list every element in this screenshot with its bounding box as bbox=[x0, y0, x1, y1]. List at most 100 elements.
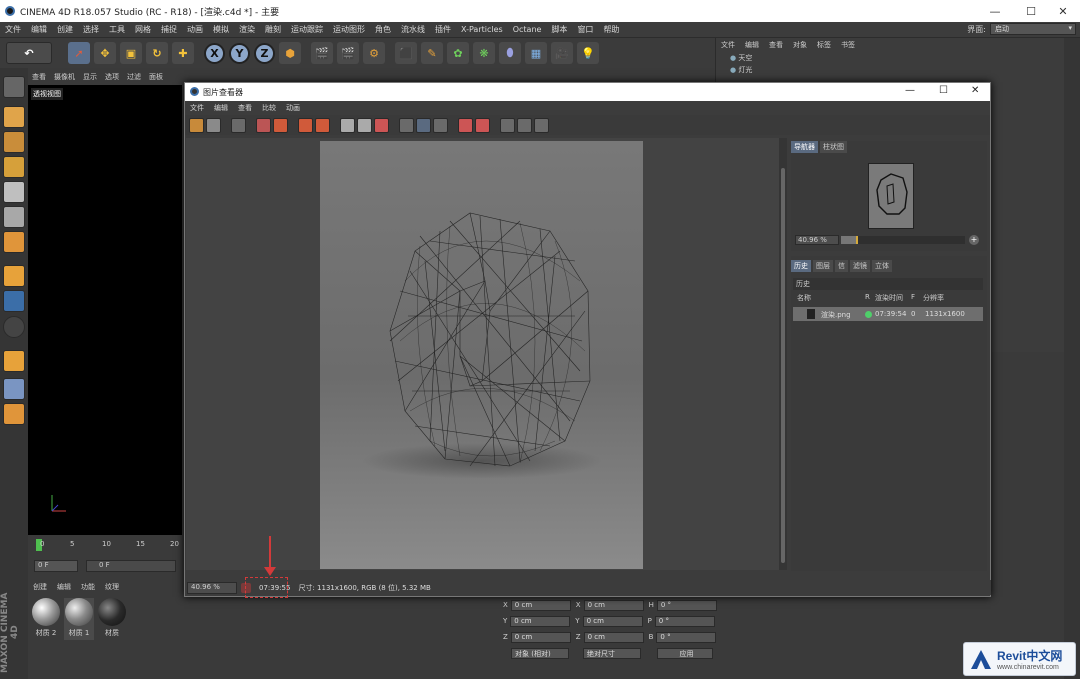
z-axis-lock-icon[interactable]: Z bbox=[254, 42, 275, 64]
add-tool-icon[interactable]: ✚ bbox=[172, 42, 194, 64]
menu-mesh[interactable]: 网格 bbox=[130, 24, 156, 35]
light-icon[interactable]: 💡 bbox=[577, 42, 599, 64]
tab-layers[interactable]: 图层 bbox=[813, 260, 833, 272]
menu-select[interactable]: 选择 bbox=[78, 24, 104, 35]
menu-character[interactable]: 角色 bbox=[370, 24, 396, 35]
navigator-thumbnail[interactable] bbox=[868, 163, 914, 229]
ab-diff-icon[interactable] bbox=[416, 117, 431, 133]
workplane-icon[interactable] bbox=[3, 403, 25, 425]
compare-b-icon[interactable] bbox=[357, 117, 372, 133]
copy-icon[interactable] bbox=[231, 117, 246, 133]
maximize-button[interactable]: ☐ bbox=[1014, 0, 1048, 22]
timeline[interactable]: 0 5 10 15 20 bbox=[28, 535, 182, 557]
status-zoom-field[interactable]: 40.96 % bbox=[187, 581, 237, 594]
object-list-item[interactable]: ● 灯光 bbox=[730, 64, 1065, 76]
rotation-p-field[interactable]: 0 ° bbox=[654, 615, 715, 627]
menu-file[interactable]: 文件 bbox=[0, 24, 26, 35]
menu-snap[interactable]: 捕捉 bbox=[156, 24, 182, 35]
make-editable-icon[interactable] bbox=[3, 76, 25, 98]
material-swatch[interactable]: 材质 bbox=[97, 598, 127, 640]
close-button[interactable]: ✕ bbox=[1046, 0, 1080, 22]
scrollbar-thumb[interactable] bbox=[781, 168, 785, 563]
axis-mode-icon[interactable] bbox=[3, 265, 25, 287]
maximize-button[interactable]: ☐ bbox=[939, 85, 948, 96]
position-y-field[interactable]: 0 cm bbox=[510, 615, 571, 627]
material-menu-function[interactable]: 功能 bbox=[76, 582, 100, 592]
move-tool-icon[interactable]: ✥ bbox=[94, 42, 116, 64]
magnet-icon[interactable] bbox=[3, 350, 25, 372]
grid-icon[interactable] bbox=[534, 117, 549, 133]
pv-menu-view[interactable]: 查看 bbox=[233, 103, 257, 113]
subdivision-icon[interactable]: ✿ bbox=[447, 42, 469, 64]
menu-sculpt[interactable]: 雕刻 bbox=[260, 24, 286, 35]
compare-a-icon[interactable] bbox=[340, 117, 355, 133]
open-icon[interactable] bbox=[189, 117, 204, 133]
menu-render[interactable]: 渲染 bbox=[234, 24, 260, 35]
history-row[interactable]: 渲染.png 07:39:54 0 1131x1600 bbox=[793, 307, 983, 321]
stop-icon[interactable] bbox=[298, 117, 313, 133]
material-swatch[interactable]: 材质 1 bbox=[64, 598, 94, 640]
tab-history[interactable]: 历史 bbox=[791, 260, 811, 272]
region-render-icon[interactable] bbox=[256, 117, 271, 133]
points-mode-icon[interactable] bbox=[3, 181, 25, 203]
material-menu-texture[interactable]: 纹理 bbox=[100, 582, 124, 592]
menu-create[interactable]: 创建 bbox=[52, 24, 78, 35]
pv-menu-animation[interactable]: 动画 bbox=[281, 103, 305, 113]
pen-icon[interactable]: ✎ bbox=[421, 42, 443, 64]
viewport-menu-view[interactable]: 查看 bbox=[28, 72, 50, 82]
menu-octane[interactable]: Octane bbox=[508, 25, 547, 34]
deformer-icon[interactable]: ⬮ bbox=[499, 42, 521, 64]
edges-mode-icon[interactable] bbox=[3, 206, 25, 228]
object-menu-tags[interactable]: 标签 bbox=[812, 40, 836, 50]
live-select-icon[interactable]: ➚ bbox=[68, 42, 90, 64]
render-settings-icon[interactable]: ⚙ bbox=[363, 42, 385, 64]
tab-stereo[interactable]: 立体 bbox=[872, 260, 892, 272]
material-menu-create[interactable]: 创建 bbox=[28, 582, 52, 592]
pv-menu-file[interactable]: 文件 bbox=[185, 103, 209, 113]
position-x-field[interactable]: 0 cm bbox=[510, 599, 571, 611]
position-z-field[interactable]: 0 cm bbox=[510, 631, 571, 643]
viewport-menu-options[interactable]: 选项 bbox=[101, 72, 123, 82]
cloner-icon[interactable]: ❋ bbox=[473, 42, 495, 64]
menu-window[interactable]: 窗口 bbox=[572, 24, 598, 35]
render-canvas[interactable] bbox=[186, 138, 780, 570]
coord-mode-select[interactable]: 对象 (相对) bbox=[511, 647, 569, 659]
object-menu-bookmarks[interactable]: 书签 bbox=[836, 40, 860, 50]
tab-navigator[interactable]: 导航器 bbox=[791, 141, 818, 153]
cube-icon[interactable]: ⬛ bbox=[395, 42, 417, 64]
menu-edit[interactable]: 编辑 bbox=[26, 24, 52, 35]
viewport-menu-camera[interactable]: 摄像机 bbox=[50, 72, 79, 82]
y-axis-lock-icon[interactable]: Y bbox=[229, 42, 250, 64]
start-frame-field[interactable]: 0 F bbox=[34, 560, 78, 572]
size-y-field[interactable]: 0 cm bbox=[582, 615, 643, 627]
navigator-zoom-slider[interactable] bbox=[841, 236, 965, 244]
play-icon[interactable] bbox=[315, 117, 330, 133]
object-menu-edit[interactable]: 编辑 bbox=[740, 40, 764, 50]
zoom-in-icon[interactable]: + bbox=[969, 235, 979, 245]
rotation-h-field[interactable]: 0 ° bbox=[656, 599, 717, 611]
fullscreen-icon[interactable] bbox=[517, 117, 532, 133]
tweak-mode-icon[interactable] bbox=[3, 290, 25, 312]
menu-help[interactable]: 帮助 bbox=[598, 24, 624, 35]
menu-tools[interactable]: 工具 bbox=[104, 24, 130, 35]
ab-split-icon[interactable] bbox=[433, 117, 448, 133]
menu-plugins[interactable]: 插件 bbox=[430, 24, 456, 35]
render-view-icon[interactable]: 🎬 bbox=[311, 42, 333, 64]
canvas-scrollbar[interactable] bbox=[779, 138, 787, 570]
tab-info[interactable]: 信 bbox=[835, 260, 848, 272]
size-z-field[interactable]: 0 cm bbox=[583, 631, 644, 643]
tab-histogram[interactable]: 柱状图 bbox=[820, 141, 847, 153]
menu-motion-tracking[interactable]: 运动跟踪 bbox=[286, 24, 328, 35]
material-swatch[interactable]: 材质 2 bbox=[31, 598, 61, 640]
snap-icon[interactable] bbox=[3, 316, 25, 338]
frame-range-field[interactable]: 0 F bbox=[86, 560, 176, 572]
save-icon[interactable] bbox=[206, 117, 221, 133]
channel-a-icon[interactable] bbox=[458, 117, 473, 133]
perspective-viewport[interactable] bbox=[28, 85, 182, 535]
menu-script[interactable]: 脚本 bbox=[546, 24, 572, 35]
undo-button[interactable]: ↶ bbox=[6, 42, 52, 64]
viewport-menu-filter[interactable]: 过滤 bbox=[123, 72, 145, 82]
minimize-button[interactable]: — bbox=[978, 0, 1012, 22]
viewport-menu-display[interactable]: 显示 bbox=[79, 72, 101, 82]
compare-swap-icon[interactable] bbox=[374, 117, 389, 133]
